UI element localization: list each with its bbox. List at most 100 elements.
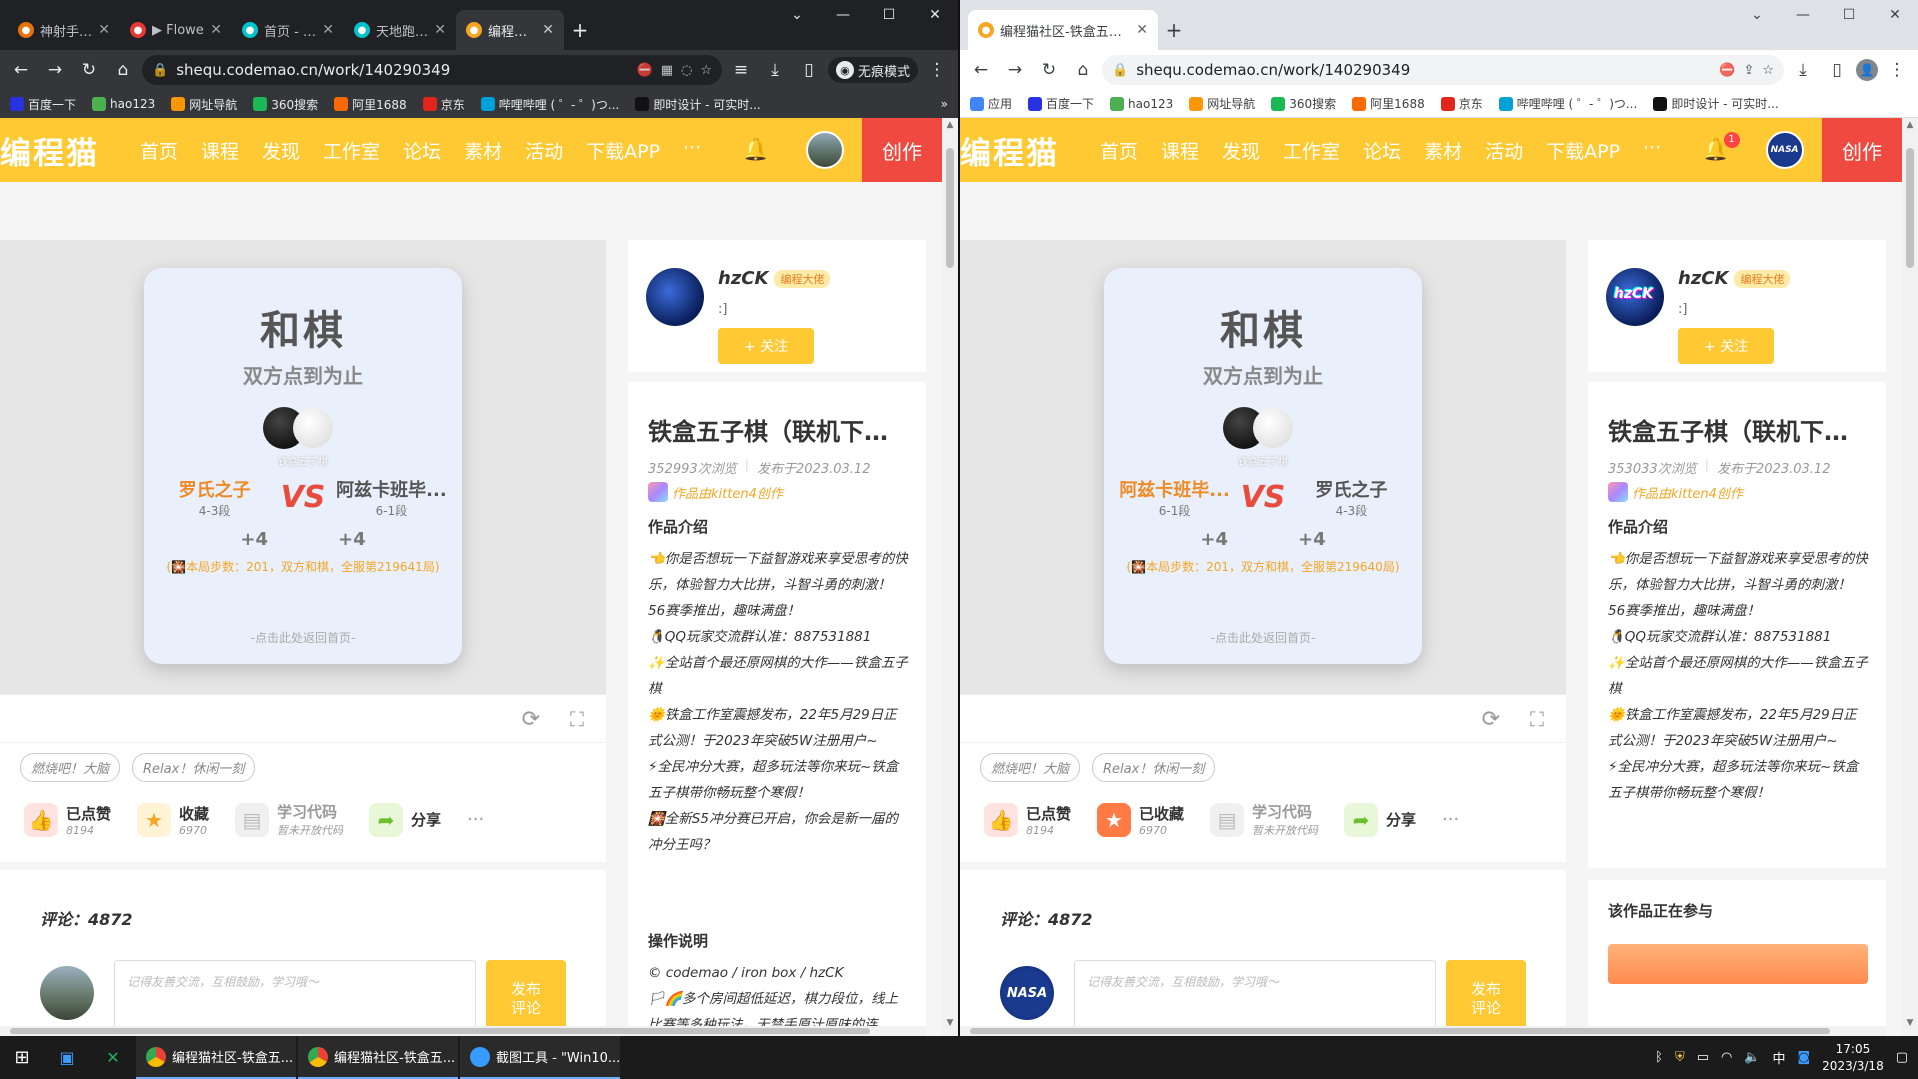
tab-2[interactable]: ● 首页 - Canva ✕ [232,10,344,50]
vertical-scrollbar[interactable]: ▲ ▼ [1902,118,1918,1036]
bell-icon[interactable]: 🔔 1 [1702,131,1740,163]
bookmark-5[interactable]: 阿里1688 [1352,95,1425,112]
author-avatar[interactable] [646,268,704,326]
back-button[interactable]: ← [966,55,996,85]
vertical-scrollbar[interactable]: ▲ ▼ [942,118,958,1036]
qr-icon[interactable]: ▦ [661,63,673,78]
bookmark-0[interactable]: 应用 [970,95,1012,112]
comment-input[interactable]: 记得友善交流，互相鼓励，学习哦～ [114,960,476,1036]
made-with-link[interactable]: 作品由kitten4创作 [648,482,783,502]
nav-item-6[interactable]: 活动 [1485,137,1523,164]
windows-start-icon[interactable]: ⊞ [0,1036,44,1079]
close-window-button[interactable]: ✕ [1872,0,1918,30]
work-stage[interactable]: 和棋 双方点到为止 铁盒五子棋 阿兹卡班毕... 6-1段 VS 罗氏之子 4-3段… [960,240,1566,694]
home-button[interactable]: ⌂ [108,55,138,85]
bookmark-1[interactable]: hao123 [92,96,155,113]
tab-4[interactable]: ● 编程猫社 ✕ [456,10,564,50]
side-panel-icon[interactable]: ▯ [1822,55,1852,85]
bookmark-1[interactable]: 百度一下 [1028,95,1094,112]
tab-close-icon[interactable]: ✕ [542,22,554,38]
more-icon[interactable]: ··· [1442,809,1459,830]
tab-0[interactable]: ● 编程猫社区-铁盒五子棋（联 ✕ [968,10,1158,50]
lock-icon[interactable]: 🔒 [1112,63,1128,78]
nav-item-3[interactable]: 工作室 [323,137,380,164]
tab-1[interactable]: ● ▶ Flowe ✕ [120,10,232,50]
security-icon[interactable]: ⛨ [1675,1050,1685,1065]
taskbar-app-1[interactable]: 编程猫社区-铁盒五... [298,1036,458,1079]
wifi-icon[interactable]: ◠ [1721,1050,1732,1065]
side-panel-icon[interactable]: ▯ [794,55,824,85]
work-stage[interactable]: 和棋 双方点到为止 铁盒五子棋 罗氏之子 4-3段 VS 阿兹卡班毕... 6-1段… [0,240,606,694]
horizontal-scrollbar[interactable] [0,1026,926,1036]
learn-code-button[interactable]: ▤ 学习代码 暂未开放代码 [1210,801,1318,838]
follow-button[interactable]: + 关注 [1678,328,1774,364]
nav-item-8[interactable]: ··· [683,137,701,164]
bell-icon[interactable]: 🔔 [742,138,769,163]
bookmark-7[interactable]: 哔哩哔哩 ( ゜- ゜)つ... [1498,95,1637,112]
bookmark-2[interactable]: 网址导航 [171,96,237,113]
new-tab-button[interactable]: + [1158,10,1190,50]
nav-item-1[interactable]: 课程 [201,137,239,164]
made-with-link[interactable]: 作品由kitten4创作 [1608,482,1743,502]
nav-item-2[interactable]: 发现 [1222,137,1260,164]
maximize-button[interactable]: ☐ [866,0,912,30]
nav-item-5[interactable]: 素材 [1424,137,1462,164]
home-button[interactable]: ⌂ [1068,55,1098,85]
tab-close-icon[interactable]: ✕ [98,22,110,38]
comment-input[interactable]: 记得友善交流，互相鼓励，学习哦～ [1074,960,1436,1036]
minimize-button[interactable]: — [1780,0,1826,30]
site-logo[interactable]: 编程猫 [960,128,1100,173]
profile-icon[interactable]: 👤 [1856,59,1878,81]
nav-avatar[interactable]: NASA [1765,131,1804,169]
create-button[interactable]: 创作 [862,118,942,182]
tab-search-icon[interactable]: ⌄ [774,0,820,30]
minimize-button[interactable]: — [820,0,866,30]
nav-item-8[interactable]: ··· [1643,137,1661,164]
star-icon[interactable]: ☆ [1762,63,1774,78]
follow-button[interactable]: + 关注 [718,328,814,364]
more-icon[interactable]: ··· [467,809,484,830]
eye-off-icon[interactable]: ◌ [681,63,692,78]
back-home-link[interactable]: -点击此处返回首页- [144,629,462,646]
nav-item-3[interactable]: 工作室 [1283,137,1340,164]
author-name[interactable]: hzCK 编程大佬 [718,268,831,289]
notification-icon[interactable]: ▢ [1896,1050,1908,1065]
address-bar[interactable]: 🔒 shequ.codemao.cn/work/140290349 ⛔ ⇪ ☆ [1102,55,1784,85]
reload-button[interactable]: ↻ [1034,55,1064,85]
tab-close-icon[interactable]: ✕ [434,22,446,38]
restart-icon[interactable]: ⟳ [1482,707,1500,732]
back-button[interactable]: ← [6,55,36,85]
bookmark-8[interactable]: 即时设计 - 可实时... [1653,95,1779,112]
fullscreen-icon[interactable]: ⛶ [1530,707,1544,731]
nav-item-7[interactable]: 下载APP [1546,137,1620,164]
bookmark-6[interactable]: 哔哩哔哩 ( ゜- ゜)つ... [480,96,619,113]
bookmark-5[interactable]: 京东 [422,96,465,113]
bluetooth-icon[interactable]: ᛒ [1655,1050,1663,1065]
bookmark-4[interactable]: 360搜索 [1271,95,1336,112]
bookmark-7[interactable]: 即时设计 - 可实时... [635,96,761,113]
horizontal-scrollbar[interactable] [960,1026,1886,1036]
create-button[interactable]: 创作 [1822,118,1902,182]
nav-item-0[interactable]: 首页 [140,137,178,164]
bookmark-4[interactable]: 阿里1688 [334,96,407,113]
nav-item-5[interactable]: 素材 [464,137,502,164]
author-name[interactable]: hzCK 编程大佬 [1678,268,1791,289]
tag-chip-0[interactable]: 燃烧吧！大脑 [980,753,1081,782]
taskbar-app-0[interactable]: 编程猫社区-铁盒五... [136,1036,296,1079]
clock[interactable]: 17:05 2023/3/18 [1822,1041,1884,1075]
bookmarks-more[interactable]: » [941,97,948,111]
author-avatar[interactable]: hzCK [1606,268,1664,326]
nav-item-0[interactable]: 首页 [1100,137,1138,164]
tag-chip-1[interactable]: Relax！休闲一刻 [132,753,256,782]
publish-comment-button[interactable]: 发布 评论 [486,960,566,1036]
pin-app-icon[interactable]: ▣ [44,1036,90,1079]
forward-button[interactable]: → [40,55,70,85]
share-button[interactable]: ➦ 分享 [1344,802,1416,837]
lock-icon[interactable]: 🔒 [152,63,168,78]
fullscreen-icon[interactable]: ⛶ [570,707,584,731]
star-icon[interactable]: ☆ [700,63,712,78]
like-button[interactable]: 👍 已点赞 8194 [24,802,111,837]
nav-item-4[interactable]: 论坛 [1363,137,1401,164]
tab-search-icon[interactable]: ⌄ [1734,0,1780,30]
nav-item-1[interactable]: 课程 [1161,137,1199,164]
